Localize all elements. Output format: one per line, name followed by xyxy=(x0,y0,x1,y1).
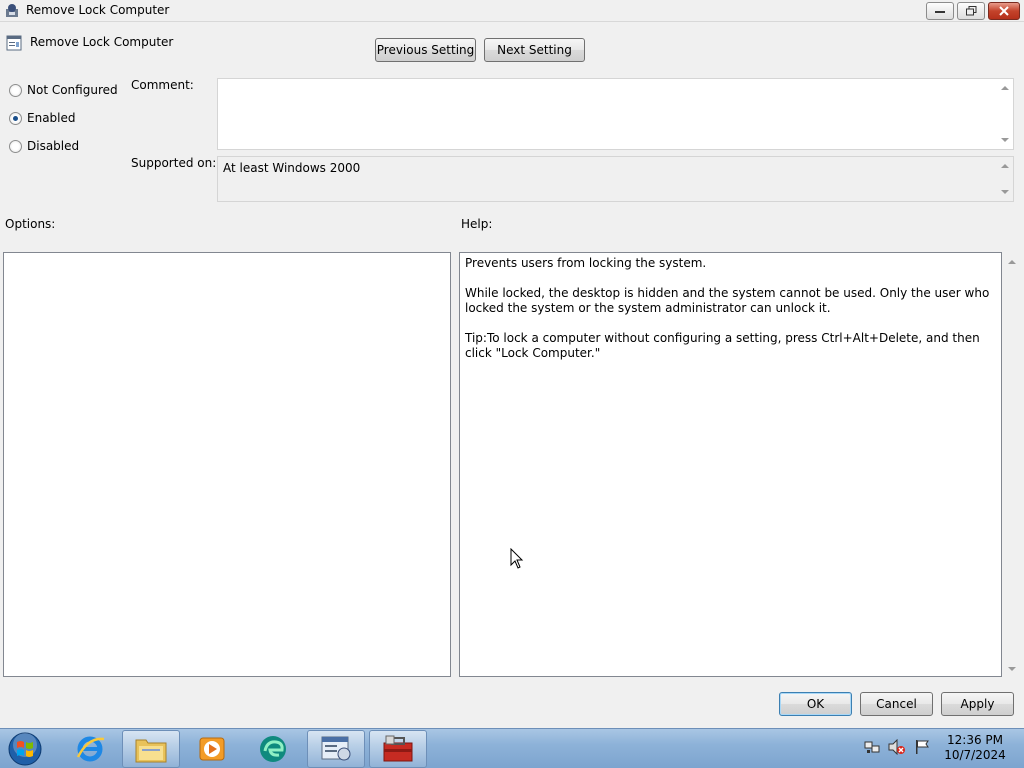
action-center-flag-icon[interactable] xyxy=(914,739,930,755)
taskbar-edge[interactable] xyxy=(244,730,302,768)
taskbar-media-player[interactable] xyxy=(183,730,241,768)
help-paragraph: Tip:To lock a computer without configuri… xyxy=(465,331,980,360)
system-tray xyxy=(864,739,930,755)
previous-setting-button[interactable]: Previous Setting xyxy=(375,38,476,62)
radio-not-configured[interactable]: Not Configured xyxy=(9,83,118,97)
group-policy-icon xyxy=(4,3,20,19)
taskbar-group-policy-editor[interactable] xyxy=(307,730,365,768)
taskbar-toolbox[interactable] xyxy=(369,730,427,768)
radio-button[interactable] xyxy=(9,83,22,97)
radio-enabled[interactable]: Enabled xyxy=(9,111,76,125)
scroll-up-icon[interactable] xyxy=(1001,86,1009,90)
comment-field[interactable] xyxy=(217,78,1014,150)
help-pane: Prevents users from locking the system. … xyxy=(459,252,1002,677)
radio-label: Not Configured xyxy=(27,83,118,97)
scroll-down-icon[interactable] xyxy=(1001,190,1009,194)
volume-muted-icon[interactable] xyxy=(888,739,906,755)
radio-button[interactable] xyxy=(9,139,22,153)
taskbar-internet-explorer[interactable] xyxy=(61,730,119,768)
supported-scrollbar[interactable] xyxy=(996,157,1013,201)
media-player-icon xyxy=(199,737,225,761)
scroll-down-icon[interactable] xyxy=(1001,138,1009,142)
scroll-down-icon[interactable] xyxy=(1008,667,1016,671)
windows-logo-icon xyxy=(8,732,42,766)
ok-button[interactable]: OK xyxy=(779,692,852,716)
policy-title: Remove Lock Computer xyxy=(30,35,174,49)
mouse-cursor-icon xyxy=(510,547,524,573)
system-clock[interactable]: 12:36 PM 10/7/2024 xyxy=(940,733,1010,763)
start-button[interactable] xyxy=(6,731,46,767)
edge-icon xyxy=(260,736,286,762)
radio-label: Enabled xyxy=(27,111,76,125)
windows-explorer-icon xyxy=(135,739,167,763)
taskbar: 12:36 PM 10/7/2024 xyxy=(0,728,1024,768)
help-scrollbar[interactable] xyxy=(1003,252,1020,677)
internet-explorer-icon xyxy=(76,736,105,762)
policy-setting-icon xyxy=(6,35,22,51)
cancel-button[interactable]: Cancel xyxy=(860,692,933,716)
minimize-icon xyxy=(935,11,945,13)
radio-button[interactable] xyxy=(9,111,22,125)
restore-icon xyxy=(965,6,976,16)
network-icon[interactable] xyxy=(864,739,880,755)
restore-button[interactable] xyxy=(957,2,985,20)
help-label: Help: xyxy=(461,217,493,231)
window-title: Remove Lock Computer xyxy=(26,3,170,17)
radio-label: Disabled xyxy=(27,139,80,153)
clock-time: 12:36 PM xyxy=(947,733,1003,747)
supported-value: At least Windows 2000 xyxy=(223,161,361,175)
options-pane xyxy=(3,252,451,677)
minimize-button[interactable] xyxy=(926,2,954,20)
title-bar: Remove Lock Computer xyxy=(0,0,1024,22)
next-setting-button[interactable]: Next Setting xyxy=(484,38,585,62)
comment-scrollbar[interactable] xyxy=(996,79,1013,149)
close-button[interactable] xyxy=(988,2,1020,20)
clock-date: 10/7/2024 xyxy=(944,748,1006,762)
radio-disabled[interactable]: Disabled xyxy=(9,139,79,153)
supported-label: Supported on: xyxy=(131,156,217,170)
toolbox-icon xyxy=(383,735,413,762)
scroll-up-icon[interactable] xyxy=(1001,164,1009,168)
comment-label: Comment: xyxy=(131,78,194,92)
group-policy-editor-icon xyxy=(321,736,351,761)
apply-button[interactable]: Apply xyxy=(941,692,1014,716)
close-icon xyxy=(999,6,1009,16)
taskbar-windows-explorer[interactable] xyxy=(122,730,180,768)
scroll-up-icon[interactable] xyxy=(1008,260,1016,264)
help-paragraph: While locked, the desktop is hidden and … xyxy=(465,286,990,315)
supported-field: At least Windows 2000 xyxy=(217,156,1014,202)
help-paragraph: Prevents users from locking the system. xyxy=(465,256,707,270)
options-label: Options: xyxy=(5,217,56,231)
